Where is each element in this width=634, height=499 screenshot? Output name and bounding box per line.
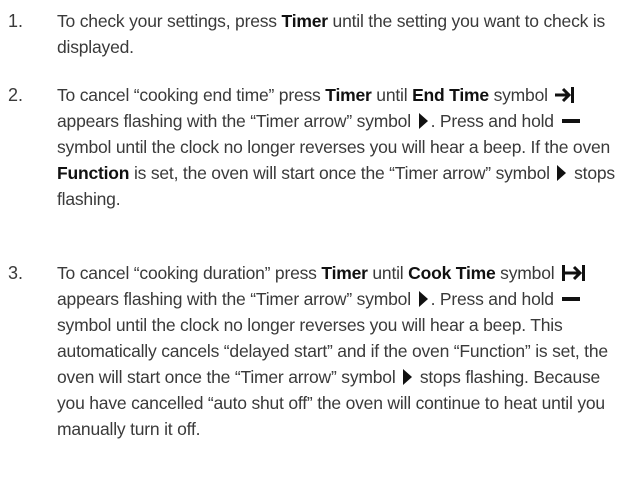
step-number: 3. bbox=[8, 263, 24, 283]
text-run: appears flashing with the “Timer arrow” … bbox=[57, 111, 416, 131]
text-run: until bbox=[371, 85, 413, 105]
step-number: 1. bbox=[8, 11, 24, 31]
bold-term-end-time: End Time bbox=[412, 85, 489, 105]
text-run: . Press and hold bbox=[430, 289, 559, 309]
text-run: symbol bbox=[488, 85, 553, 105]
cook-time-bracket-arrow-icon bbox=[562, 265, 586, 281]
bold-term-timer: Timer bbox=[325, 85, 372, 105]
text-run: To cancel “cooking duration” press bbox=[57, 263, 322, 283]
text-run: appears flashing with the “Timer arrow” … bbox=[57, 289, 416, 309]
text-run: symbol until the clock no longer reverse… bbox=[57, 137, 611, 157]
bold-term-cook-time: Cook Time bbox=[408, 263, 496, 283]
end-time-arrow-icon bbox=[555, 87, 575, 103]
instruction-page: 1. To check your settings, press Timer u… bbox=[0, 0, 634, 499]
step-text: To check your settings, press Timer unti… bbox=[57, 8, 631, 60]
bold-term-timer: Timer bbox=[281, 11, 329, 31]
timer-arrow-icon bbox=[418, 113, 428, 129]
text-run: To check your settings, press bbox=[57, 11, 282, 31]
text-run: until bbox=[367, 263, 409, 283]
bold-term-timer: Timer bbox=[321, 263, 368, 283]
timer-arrow-icon bbox=[418, 291, 428, 307]
text-run: symbol bbox=[495, 263, 560, 283]
timer-arrow-icon bbox=[403, 369, 413, 385]
timer-arrow-icon bbox=[557, 165, 567, 181]
text-run: . Press and hold bbox=[430, 111, 559, 131]
step-text: To cancel “cooking duration” press Timer… bbox=[57, 260, 631, 442]
minus-icon bbox=[561, 119, 580, 123]
step-text: To cancel “cooking end time” press Timer… bbox=[57, 82, 631, 212]
minus-icon bbox=[561, 297, 580, 301]
bold-term-function: Function bbox=[57, 163, 130, 183]
step-number: 2. bbox=[8, 85, 24, 105]
text-run: To cancel “cooking end time” press bbox=[57, 85, 326, 105]
text-run: is set, the oven will start once the “Ti… bbox=[129, 163, 555, 183]
